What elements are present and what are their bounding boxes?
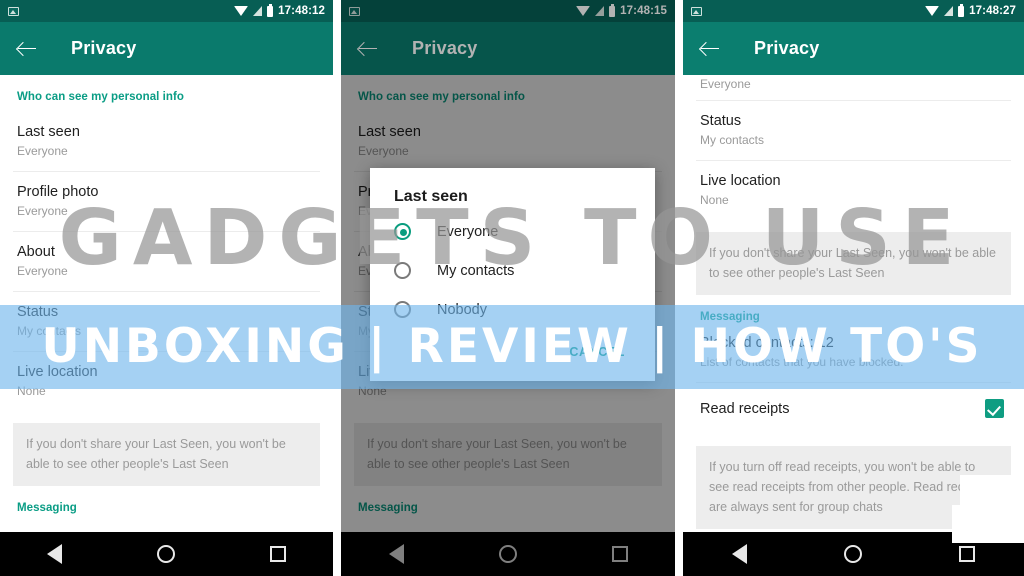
screenshot-stage: 17:48:12 Privacy Who can see my personal… — [0, 0, 1024, 576]
row-value: My contacts — [700, 133, 765, 147]
back-arrow-icon[interactable] — [16, 38, 38, 60]
row-value: List of contacts that you have blocked. — [700, 355, 904, 369]
back-arrow-icon[interactable] — [699, 38, 721, 60]
setting-row-read-receipts[interactable]: Read receipts — [683, 383, 1024, 434]
status-bar-2: 17:48:15 — [341, 0, 675, 22]
section-header-personal-info: Who can see my personal info — [17, 91, 184, 103]
setting-row-live-location[interactable]: Live location None — [0, 352, 333, 411]
battery-icon — [609, 3, 616, 17]
page-title: Privacy — [71, 38, 137, 58]
row-title: Read receipts — [700, 400, 790, 417]
row-value: Everyone — [17, 144, 68, 158]
photo-icon — [691, 6, 702, 16]
panel-gap — [675, 0, 683, 576]
setting-row-status[interactable]: Status My contacts — [0, 292, 333, 351]
photo-icon — [8, 6, 19, 16]
white-overlay-patch — [952, 505, 1024, 543]
setting-row-last-seen[interactable]: Last seen Everyone — [0, 112, 333, 171]
status-right-icons: 17:48:15 — [576, 3, 667, 17]
status-right-icons: 17:48:27 — [925, 3, 1016, 17]
row-title: Status — [700, 113, 742, 129]
battery-icon — [958, 3, 965, 17]
status-left-icons — [691, 6, 702, 16]
row-title: Last seen — [17, 124, 80, 140]
setting-row-blocked-contacts[interactable]: Blocked contacts: 12 List of contacts th… — [683, 332, 1024, 382]
status-clock: 17:48:15 — [620, 5, 667, 17]
row-title: Live location — [17, 364, 98, 380]
row-value: My contacts — [17, 324, 82, 338]
nav-back-icon[interactable] — [47, 544, 63, 564]
row-value: Everyone — [17, 204, 68, 218]
signal-icon — [253, 6, 263, 16]
section-header-messaging: Messaging — [17, 502, 77, 514]
signal-icon — [595, 6, 605, 16]
row-title: Live location — [700, 173, 781, 189]
note-last-seen: If you don't share your Last Seen, you w… — [696, 232, 1011, 295]
status-right-icons: 17:48:12 — [234, 3, 325, 17]
setting-row-status[interactable]: Status My contacts — [683, 101, 1024, 160]
dialog-option-my-contacts[interactable]: My contacts — [370, 251, 655, 290]
back-arrow-icon[interactable] — [357, 38, 379, 60]
status-bar-1: 17:48:12 — [0, 0, 333, 22]
nav-recents-icon[interactable] — [269, 546, 286, 562]
panel-gap — [333, 0, 341, 576]
option-label: Everyone — [437, 223, 499, 240]
android-nav-bar-1 — [0, 532, 333, 576]
section-header-messaging: Messaging — [700, 311, 760, 323]
row-value: Everyone — [700, 77, 751, 91]
row-value: None — [700, 193, 729, 207]
row-title: Status — [17, 304, 59, 320]
page-title: Privacy — [412, 38, 478, 58]
setting-row-partial-above[interactable]: Everyone — [683, 75, 1024, 100]
setting-row-live-location[interactable]: Live location None — [683, 161, 1024, 220]
radio-icon[interactable] — [394, 301, 411, 318]
dialog-actions: CANCEL — [370, 329, 655, 381]
row-value: Everyone — [17, 264, 68, 278]
app-bar-3: Privacy — [683, 22, 1024, 75]
row-title: About — [17, 244, 55, 260]
phone-panel-2: 17:48:15 Privacy Who can see my personal… — [341, 0, 675, 576]
nav-home-icon[interactable] — [843, 545, 862, 563]
last-seen-dialog: Last seen Everyone My contacts Nobody CA… — [370, 168, 655, 381]
phone-panel-1: 17:48:12 Privacy Who can see my personal… — [0, 0, 333, 576]
wifi-icon — [576, 6, 591, 16]
nav-recents-icon[interactable] — [959, 546, 976, 562]
cancel-button[interactable]: CANCEL — [559, 337, 635, 367]
status-clock: 17:48:12 — [278, 5, 325, 17]
settings-list-1: Who can see my personal info Last seen E… — [0, 75, 333, 523]
setting-row-profile-photo[interactable]: Profile photo Everyone — [0, 172, 333, 231]
nav-home-icon[interactable] — [156, 545, 175, 563]
app-bar-1: Privacy — [0, 22, 333, 75]
row-value: None — [17, 384, 46, 398]
setting-row-about[interactable]: About Everyone — [0, 232, 333, 291]
status-left-icons — [8, 6, 19, 16]
app-bar-2: Privacy — [341, 22, 675, 75]
photo-icon — [349, 6, 360, 16]
nav-back-icon[interactable] — [731, 544, 747, 564]
option-label: Nobody — [437, 301, 487, 318]
battery-icon — [267, 3, 274, 17]
wifi-icon — [234, 6, 249, 16]
signal-icon — [944, 6, 954, 16]
page-title: Privacy — [754, 38, 820, 58]
row-title: Blocked contacts: 12 — [700, 335, 834, 351]
status-clock: 17:48:27 — [969, 5, 1016, 17]
option-label: My contacts — [437, 262, 515, 279]
settings-list-3: Everyone Status My contacts Live locatio… — [683, 75, 1024, 529]
dialog-option-everyone[interactable]: Everyone — [370, 212, 655, 251]
white-overlay-patch-upper — [960, 475, 1024, 507]
note-last-seen: If you don't share your Last Seen, you w… — [13, 423, 320, 486]
radio-icon-selected[interactable] — [394, 223, 411, 240]
wifi-icon — [925, 6, 940, 16]
row-title: Profile photo — [17, 184, 99, 200]
status-left-icons — [349, 6, 360, 16]
dialog-title: Last seen — [394, 188, 468, 205]
dialog-option-nobody[interactable]: Nobody — [370, 290, 655, 329]
status-bar-3: 17:48:27 — [683, 0, 1024, 22]
radio-icon[interactable] — [394, 262, 411, 279]
checkmark-icon[interactable] — [985, 399, 1004, 418]
